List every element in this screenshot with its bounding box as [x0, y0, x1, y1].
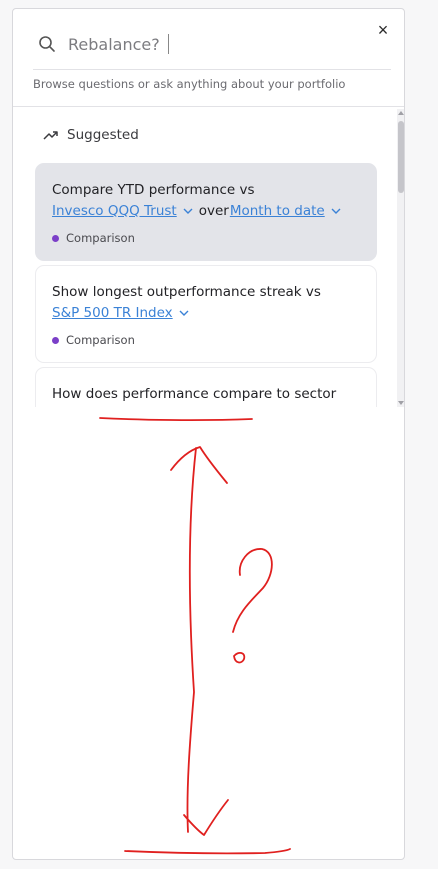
card-params: S&P 500 TR Index [52, 303, 360, 323]
period-dropdown[interactable]: Month to date [230, 201, 341, 221]
scrollbar-thumb[interactable] [398, 121, 404, 193]
chevron-down-icon [331, 208, 341, 214]
scroll-up-icon[interactable] [398, 110, 404, 116]
tag-dot [52, 234, 59, 242]
dropdown-label: Invesco QQQ Trust [52, 203, 177, 219]
search-input[interactable] [68, 34, 318, 54]
helper-text: Browse questions or ask anything about y… [33, 77, 346, 91]
tag-dot [52, 336, 59, 344]
chevron-down-icon [183, 208, 193, 214]
section-title: Suggested [67, 127, 139, 143]
search-icon [39, 36, 55, 52]
search-row [38, 29, 368, 59]
card-params: Invesco QQQ Trust over Month to date [52, 201, 360, 221]
category-tag: Comparison [52, 231, 360, 245]
tag-label: Comparison [66, 231, 135, 245]
divider [33, 69, 391, 70]
joiner-text: over [198, 203, 229, 219]
chevron-down-icon [179, 310, 189, 316]
trend-up-icon [43, 131, 58, 140]
card-title: How does performance compare to sector [52, 386, 337, 402]
close-button[interactable]: × [373, 20, 393, 40]
tag-label: Comparison [66, 333, 135, 347]
card-title: Compare YTD performance vs [52, 182, 255, 198]
suggestion-card[interactable]: How does performance compare to sector [35, 367, 377, 407]
section-header: Suggested [43, 127, 139, 143]
suggestion-card[interactable]: Compare YTD performance vs Invesco QQQ T… [35, 163, 377, 261]
benchmark-dropdown[interactable]: S&P 500 TR Index [52, 303, 189, 323]
assistant-panel: × Browse questions or ask anything about… [12, 8, 405, 860]
dropdown-label: Month to date [229, 203, 325, 219]
close-icon: × [377, 20, 389, 40]
text-caret [168, 34, 169, 54]
category-tag: Comparison [52, 333, 360, 347]
dropdown-label: S&P 500 TR Index [52, 305, 173, 321]
card-title: Show longest outperformance streak vs [52, 284, 321, 300]
scroll-down-icon[interactable] [398, 400, 404, 406]
benchmark-dropdown[interactable]: Invesco QQQ Trust [52, 201, 193, 221]
suggestion-card[interactable]: Show longest outperformance streak vs S&… [35, 265, 377, 363]
suggestions-list[interactable]: Suggested Compare YTD performance vs Inv… [13, 107, 404, 407]
